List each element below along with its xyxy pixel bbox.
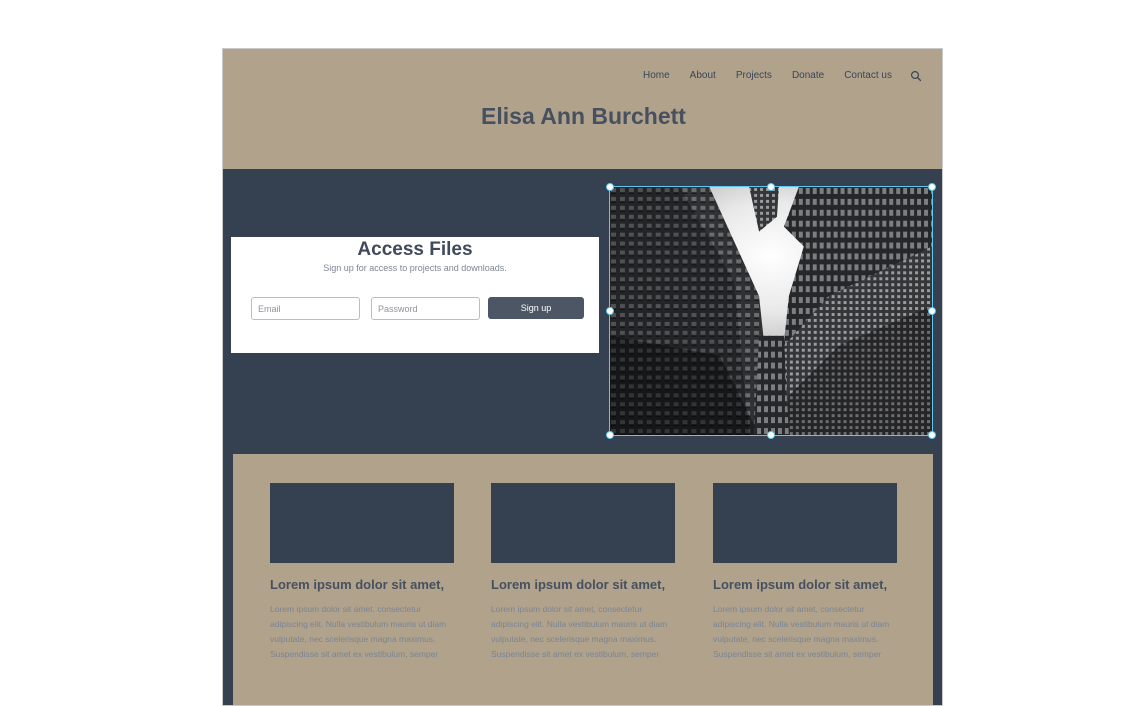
top-nav: Home About Projects Donate Contact us	[643, 69, 922, 82]
search-icon[interactable]	[910, 69, 922, 82]
card-title: Lorem ipsum dolor sit amet,	[491, 577, 666, 592]
card-image-placeholder	[713, 483, 897, 563]
nav-projects[interactable]: Projects	[736, 70, 772, 81]
access-title: Access Files	[357, 239, 473, 260]
card-image-placeholder	[491, 483, 675, 563]
card-title: Lorem ipsum dolor sit amet,	[270, 577, 445, 592]
resize-handle-left[interactable]	[606, 307, 614, 315]
password-field[interactable]	[371, 297, 480, 320]
content-card: Lorem ipsum dolor sit amet, Lorem ipsum …	[491, 483, 675, 662]
nav-about[interactable]: About	[690, 70, 716, 81]
nav-contact-us[interactable]: Contact us	[844, 70, 892, 81]
email-field[interactable]	[251, 297, 360, 320]
resize-handle-top-right[interactable]	[928, 183, 936, 191]
nav-home[interactable]: Home	[643, 70, 670, 81]
card-body: Lorem ipsum dolor sit amet, consectetur …	[270, 604, 447, 659]
card-body: Lorem ipsum dolor sit amet, consectetur …	[713, 604, 890, 659]
site-header: Home About Projects Donate Contact us El…	[223, 49, 942, 169]
resize-handle-right[interactable]	[928, 307, 936, 315]
site-title: Elisa Ann Burchett	[481, 103, 686, 129]
content-section: Lorem ipsum dolor sit amet, Lorem ipsum …	[233, 454, 933, 705]
access-subtitle: Sign up for access to projects and downl…	[323, 263, 507, 273]
resize-handle-top-left[interactable]	[606, 183, 614, 191]
website-mockup: Home About Projects Donate Contact us El…	[222, 48, 943, 706]
card-title: Lorem ipsum dolor sit amet,	[713, 577, 888, 592]
content-card: Lorem ipsum dolor sit amet, Lorem ipsum …	[713, 483, 897, 662]
resize-handle-bottom[interactable]	[767, 431, 775, 439]
resize-handle-top[interactable]	[767, 183, 775, 191]
skyscrapers-photo	[610, 187, 932, 435]
access-files-card: Access Files Sign up for access to proje…	[231, 237, 599, 353]
content-card: Lorem ipsum dolor sit amet, Lorem ipsum …	[270, 483, 454, 662]
resize-handle-bottom-left[interactable]	[606, 431, 614, 439]
card-body: Lorem ipsum dolor sit amet, consectetur …	[491, 604, 668, 659]
sign-up-button[interactable]: Sign up	[488, 297, 584, 319]
card-image-placeholder	[270, 483, 454, 563]
resize-handle-bottom-right[interactable]	[928, 431, 936, 439]
selected-image-frame[interactable]	[606, 183, 936, 439]
nav-donate[interactable]: Donate	[792, 70, 824, 81]
